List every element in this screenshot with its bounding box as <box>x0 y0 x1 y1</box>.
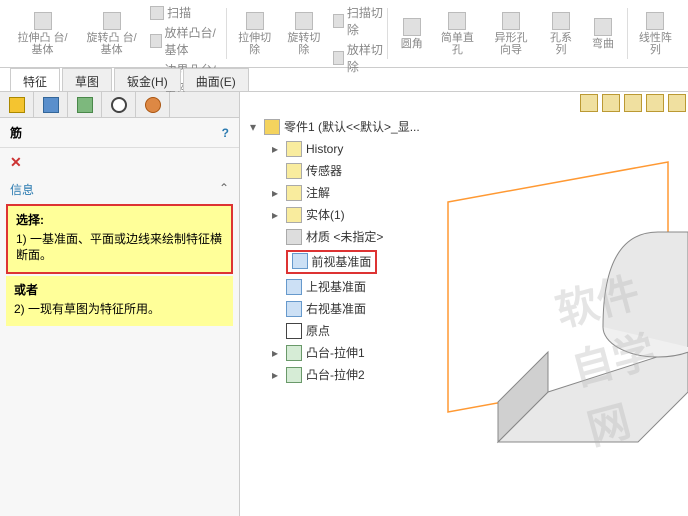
solid-icon <box>286 207 302 223</box>
plane-icon <box>286 301 302 317</box>
graphics-area[interactable]: ▾零件1 (默认<<默认>_显... ▸History 传感器 ▸注解 ▸实体(… <box>240 92 688 516</box>
pm-title: 筋 <box>10 124 22 141</box>
help-icon[interactable]: ? <box>222 126 229 140</box>
dimxpert-tab[interactable] <box>102 92 136 117</box>
tab-feature[interactable]: 特征 <box>10 68 60 91</box>
simple-hole-icon <box>448 12 466 30</box>
hole-wizard-icon <box>502 12 520 30</box>
alt-instruction: 2) 一现有草图为特征所用。 <box>14 301 225 317</box>
propertymanager-panel: 筋 ? ✕ 信息 选择: 1) 一基准面、平面或边线来绘制特征横断面。 或者 2… <box>0 92 240 516</box>
collapse-toggle[interactable]: ▾ <box>250 118 260 136</box>
or-label: 或者 <box>14 283 38 297</box>
tree-front-plane[interactable]: 前视基准面 <box>311 253 371 271</box>
tab-surface[interactable]: 曲面(E) <box>183 68 249 91</box>
extrude-cut-icon <box>246 12 264 30</box>
section-icon[interactable] <box>624 94 642 112</box>
fillet-icon <box>403 18 421 36</box>
tree-annotations[interactable]: 注解 <box>306 184 330 202</box>
view-icon[interactable] <box>646 94 664 112</box>
linear-pattern-icon <box>646 12 664 30</box>
rotate-icon[interactable] <box>602 94 620 112</box>
tree-history[interactable]: History <box>306 140 343 158</box>
revolve-cut-button[interactable]: 旋转切 除 <box>285 12 322 56</box>
globe-icon <box>145 97 161 113</box>
tree-top-plane[interactable]: 上视基准面 <box>306 278 366 296</box>
hole-series-icon <box>552 12 570 30</box>
property-tab[interactable] <box>34 92 68 117</box>
tree-origin[interactable]: 原点 <box>306 322 330 340</box>
part-icon <box>264 119 280 135</box>
sweep-cut-button[interactable]: 扫描切除 <box>333 4 384 38</box>
tree-extrude1[interactable]: 凸台-拉伸1 <box>306 344 365 362</box>
select-label: 选择: <box>16 213 44 227</box>
hole-series-button[interactable]: 孔系列 <box>546 12 576 56</box>
front-plane-highlight: 前视基准面 <box>286 250 377 274</box>
display-toolbar <box>580 94 686 112</box>
revolve-cut-icon <box>295 12 313 30</box>
fillet-button[interactable]: 圆角 <box>401 18 423 50</box>
tree-extrude2[interactable]: 凸台-拉伸2 <box>306 366 365 384</box>
extrude-cut-button[interactable]: 拉伸切 除 <box>236 12 273 56</box>
loft-cut-button[interactable]: 放样切除 <box>333 41 384 75</box>
material-icon <box>286 229 302 245</box>
cancel-button[interactable]: ✕ <box>0 148 239 177</box>
tree-material[interactable]: 材质 <未指定> <box>306 228 383 246</box>
sweep-icon <box>150 6 164 20</box>
3d-model-view <box>388 132 688 516</box>
config-icon <box>77 97 93 113</box>
simple-hole-button[interactable]: 简单直 孔 <box>439 12 476 56</box>
sweep-cut-icon <box>333 14 344 28</box>
extrude-icon <box>286 367 302 383</box>
history-icon <box>286 141 302 157</box>
tree-sensors[interactable]: 传感器 <box>306 162 342 180</box>
info-label: 信息 <box>10 181 34 198</box>
collapse-icon[interactable] <box>219 181 229 198</box>
panel-tabs <box>0 92 239 118</box>
sweep-button[interactable]: 扫描 <box>150 4 223 21</box>
annotation-icon <box>286 185 302 201</box>
extrude-icon <box>286 345 302 361</box>
hole-wizard-button[interactable]: 异形孔 向导 <box>488 12 534 56</box>
feature-tree-tab[interactable] <box>0 92 34 117</box>
revolve-boss-icon <box>103 12 121 30</box>
select-instruction: 1) 一基准面、平面或边线来绘制特征横断面。 <box>16 231 223 263</box>
loft-boss-button[interactable]: 放样凸台/基体 <box>150 24 223 58</box>
plane-icon <box>286 279 302 295</box>
bend-icon <box>594 18 612 36</box>
revolve-boss-button[interactable]: 旋转凸 台/基体 <box>83 12 140 56</box>
selection-highlight: 选择: 1) 一基准面、平面或边线来绘制特征横断面。 <box>6 204 233 274</box>
bend-button[interactable]: 弯曲 <box>592 18 614 50</box>
feature-tree-icon <box>9 97 25 113</box>
linear-pattern-button[interactable]: 线性阵 列 <box>637 12 674 56</box>
config-tab[interactable] <box>68 92 102 117</box>
property-icon <box>43 97 59 113</box>
zoom-icon[interactable] <box>580 94 598 112</box>
loft-icon <box>150 34 161 48</box>
tree-right-plane[interactable]: 右视基准面 <box>306 300 366 318</box>
extrude-boss-button[interactable]: 拉伸凸 台/基体 <box>14 12 71 56</box>
display-tab[interactable] <box>136 92 170 117</box>
loft-cut-icon <box>333 51 344 65</box>
tab-sheetmetal[interactable]: 钣金(H) <box>114 68 181 91</box>
ribbon-toolbar: 拉伸凸 台/基体 旋转凸 台/基体 扫描 放样凸台/基体 边界凸台/基体 拉伸切… <box>0 0 688 68</box>
target-icon <box>111 97 127 113</box>
style-icon[interactable] <box>668 94 686 112</box>
tab-sketch[interactable]: 草图 <box>62 68 112 91</box>
extrude-boss-icon <box>34 12 52 30</box>
sensor-icon <box>286 163 302 179</box>
tree-solid[interactable]: 实体(1) <box>306 206 345 224</box>
plane-icon <box>292 253 308 269</box>
origin-icon <box>286 323 302 339</box>
